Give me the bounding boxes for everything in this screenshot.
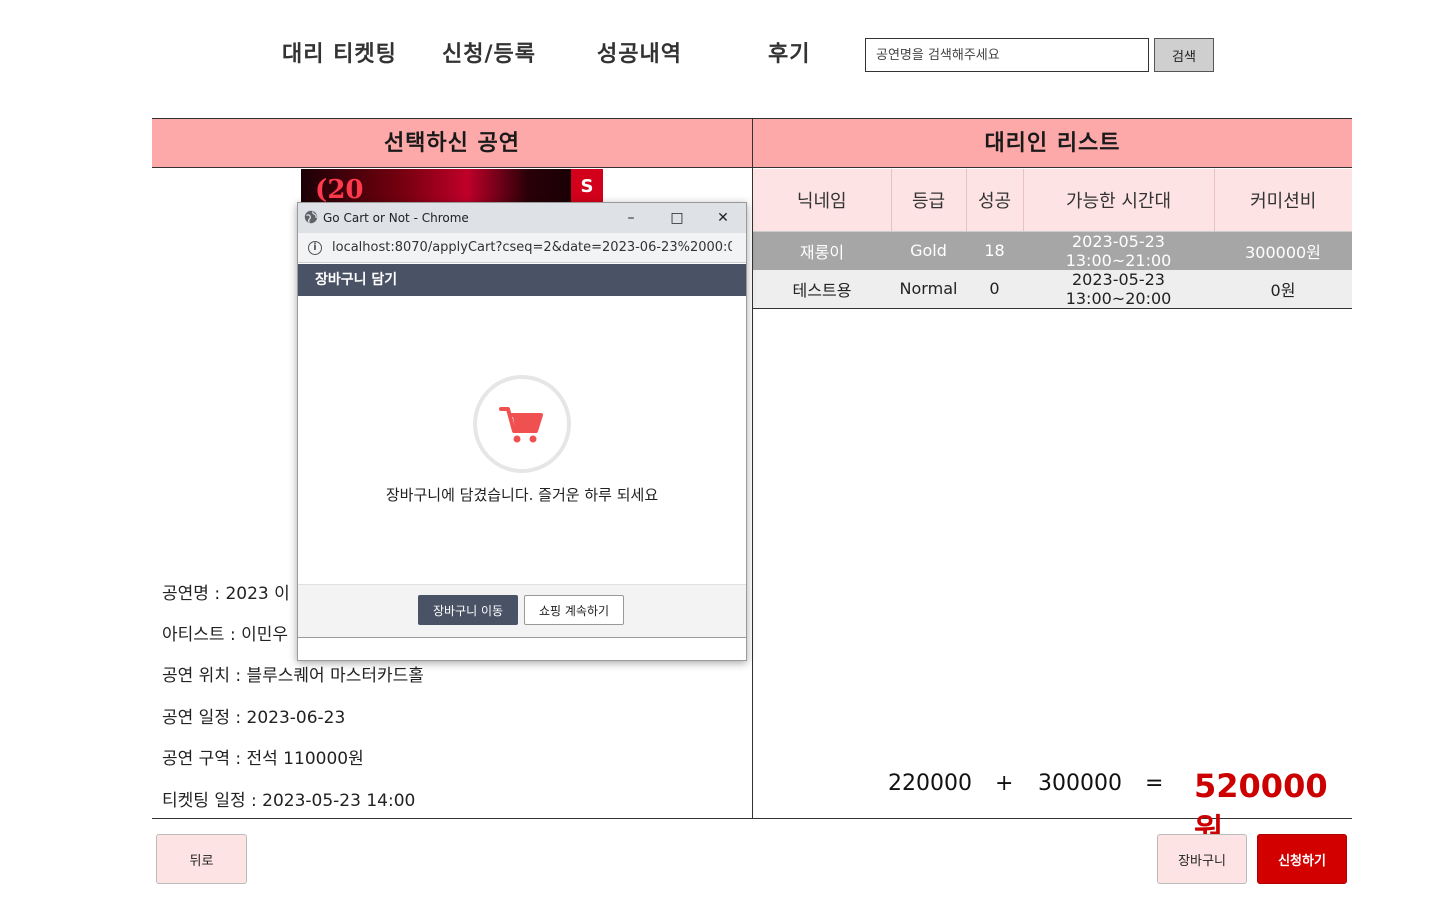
globe-icon: [304, 210, 318, 224]
nav-proxy-ticketing[interactable]: 대리 티켓팅: [282, 36, 397, 68]
show-poster: (20 S: [301, 169, 603, 205]
modal-header: 장바구니 담기: [298, 264, 746, 296]
agent-success: 18: [966, 231, 1023, 270]
agent-commission: 0원: [1214, 269, 1352, 309]
col-grade: 등급: [891, 169, 967, 232]
agent-row-selected[interactable]: 재롱이 Gold 18 2023-05-23 13:00~21:00 30000…: [753, 231, 1352, 270]
agent-commission: 300000원: [1214, 231, 1352, 270]
agent-grade: Normal: [891, 269, 966, 309]
nav-success-history[interactable]: 성공내역: [597, 36, 682, 68]
cart-popup-window: Go Cart or Not - Chrome – □ ✕ i localhos…: [297, 202, 747, 661]
commission-price: 300000: [1038, 771, 1122, 796]
col-nickname: 닉네임: [753, 169, 892, 232]
nav-apply-register[interactable]: 신청/등록: [442, 36, 536, 68]
show-date: 공연 일정 : 2023-06-23: [162, 708, 346, 728]
maximize-icon[interactable]: □: [666, 207, 688, 229]
close-icon[interactable]: ✕: [712, 207, 734, 229]
poster-text: (20: [315, 175, 364, 205]
agent-time: 2023-05-23 13:00~21:00: [1023, 231, 1214, 270]
agent-list-header: 대리인 리스트: [753, 119, 1352, 168]
ticketing-schedule: 티켓팅 일정 : 2023-05-23 14:00: [162, 791, 416, 811]
col-success: 성공: [966, 169, 1024, 232]
search-button[interactable]: 검색: [1154, 38, 1214, 72]
plus-sign: +: [995, 771, 1014, 796]
apply-button[interactable]: 신청하기: [1257, 834, 1347, 884]
show-seat-zone: 공연 구역 : 전석 110000원: [162, 749, 364, 769]
agent-success: 0: [966, 269, 1023, 309]
show-artist: 아티스트 : 이민우: [162, 625, 289, 645]
agent-table: 닉네임 등급 성공 가능한 시간대 커미션비 재롱이 Gold 18 2023-…: [753, 169, 1352, 309]
cart-icon-circle: [473, 375, 571, 473]
agent-nickname: 재롱이: [753, 231, 891, 270]
agent-table-header-row: 닉네임 등급 성공 가능한 시간대 커미션비: [753, 169, 1352, 232]
modal-footer: 장바구니 이동 쇼핑 계속하기: [298, 584, 746, 638]
cart-icon: [499, 407, 543, 443]
continue-shopping-button[interactable]: 쇼핑 계속하기: [524, 595, 624, 625]
cart-button[interactable]: 장바구니: [1157, 834, 1247, 884]
info-icon[interactable]: i: [308, 241, 322, 255]
col-available-time: 가능한 시간대: [1023, 169, 1215, 232]
back-button[interactable]: 뒤로: [156, 834, 247, 884]
show-venue: 공연 위치 : 블루스퀘어 마스터카드홀: [162, 666, 424, 686]
cart-added-message: 장바구니에 담겼습니다. 즐거운 하루 되세요: [385, 486, 659, 504]
agent-row[interactable]: 테스트용 Normal 0 2023-05-23 13:00~20:00 0원: [753, 269, 1352, 309]
popup-titlebar[interactable]: Go Cart or Not - Chrome – □ ✕: [298, 203, 746, 233]
equals-sign: =: [1145, 771, 1164, 796]
agent-time: 2023-05-23 13:00~20:00: [1023, 269, 1214, 309]
popup-address-bar[interactable]: i localhost:8070/applyCart?cseq=2&date=2…: [298, 233, 746, 263]
minimize-icon[interactable]: –: [620, 207, 642, 229]
selected-show-header: 선택하신 공연: [152, 119, 752, 168]
top-nav: 대리 티켓팅 신청/등록 성공내역 후기: [0, 36, 1448, 76]
col-commission: 커미션비: [1214, 169, 1352, 232]
poster-band: S: [571, 169, 603, 205]
agent-grade: Gold: [891, 231, 966, 270]
show-name: 공연명 : 2023 이: [162, 584, 290, 604]
ticket-price: 220000: [888, 771, 972, 796]
agent-nickname: 테스트용: [753, 269, 891, 309]
popup-url: localhost:8070/applyCart?cseq=2&date=202…: [332, 240, 732, 255]
nav-reviews[interactable]: 후기: [768, 36, 810, 68]
search-input[interactable]: [865, 38, 1149, 72]
go-to-cart-button[interactable]: 장바구니 이동: [418, 595, 518, 625]
popup-window-title: Go Cart or Not - Chrome: [323, 211, 469, 225]
